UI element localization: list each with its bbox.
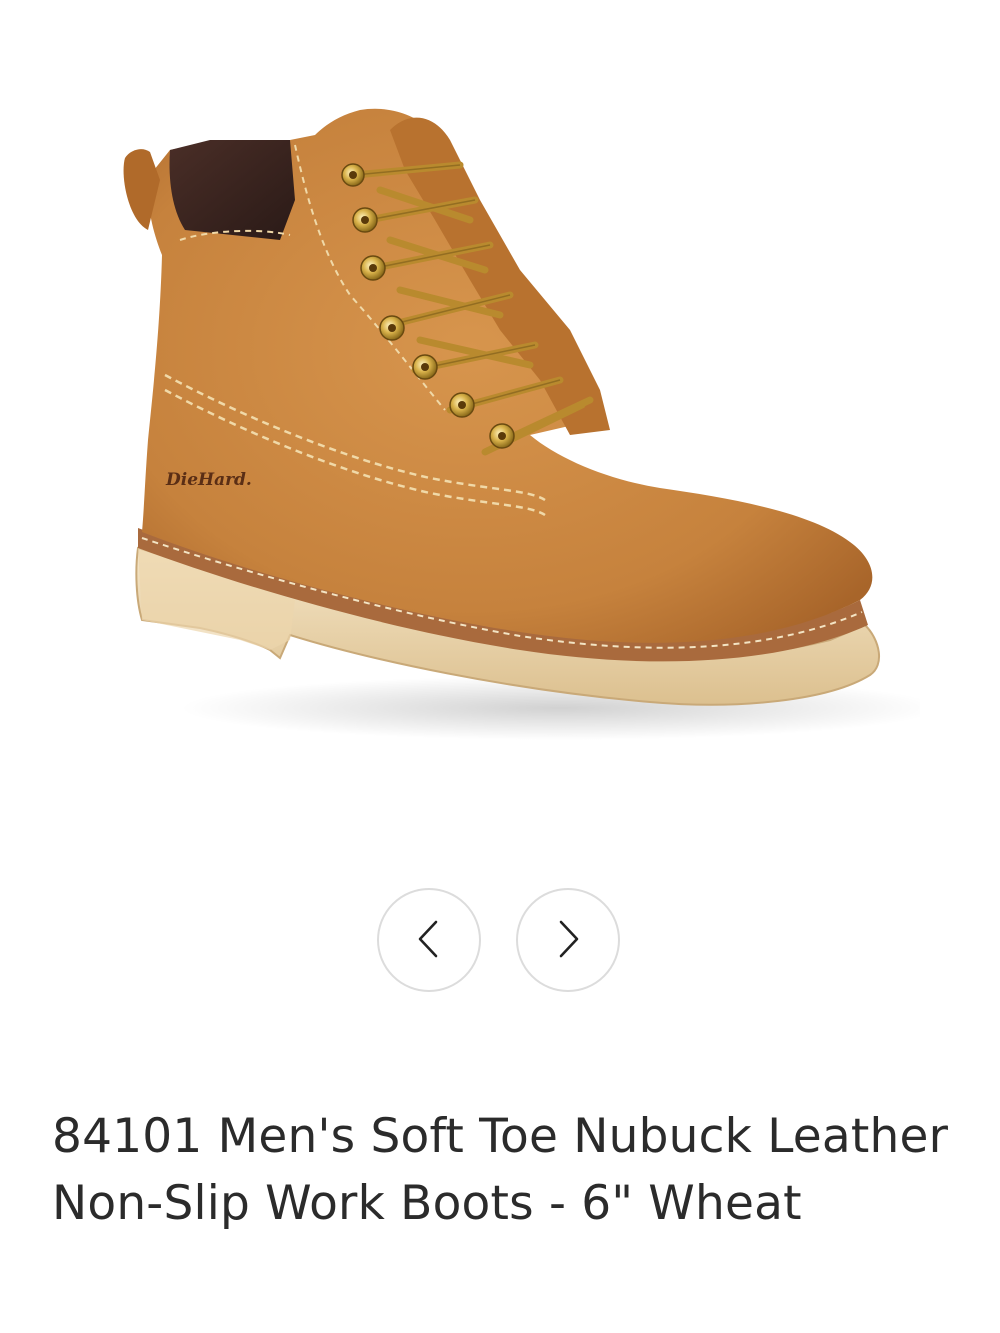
image-carousel-nav [0,888,1000,998]
product-title: 84101 Men's Soft Toe Nubuck Leather Non-… [52,1109,949,1231]
product-image: DieHard. [90,80,940,760]
previous-image-button[interactable] [377,888,481,992]
next-image-button[interactable] [516,888,620,992]
chevron-left-icon [412,916,446,965]
brand-logo: DieHard. [165,470,252,490]
work-boot-image: DieHard. [123,108,940,740]
chevron-right-icon [551,916,585,965]
